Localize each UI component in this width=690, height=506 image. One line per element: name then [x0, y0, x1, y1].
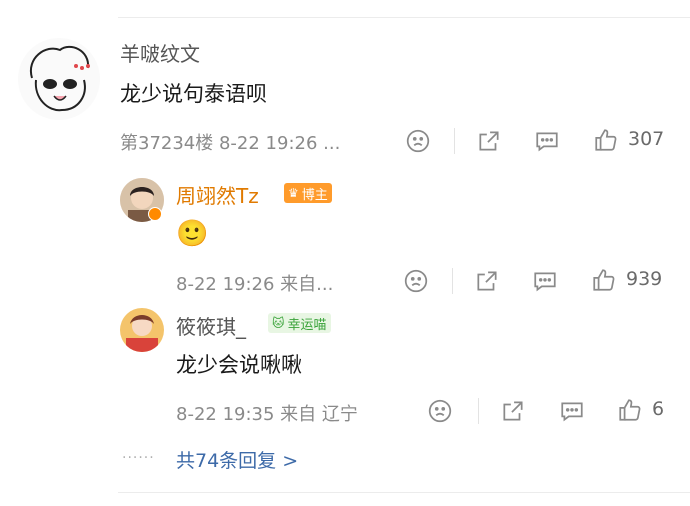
comment-icon: [534, 272, 556, 292]
like-button[interactable]: [592, 126, 620, 154]
reply-text: 🙂: [176, 219, 209, 249]
share-button[interactable]: [475, 127, 503, 155]
verified-badge-icon: [148, 207, 162, 221]
dislike-button[interactable]: [404, 127, 432, 155]
sad-face-icon: [428, 399, 452, 423]
comment-meta: 第37234楼 8-22 19:26 ...: [120, 133, 341, 154]
action-separator: [452, 268, 453, 294]
lucky-badge: 🐱 幸运喵: [268, 313, 331, 333]
comment-button[interactable]: [558, 397, 586, 425]
share-icon: [503, 401, 523, 421]
comment-icon: [561, 402, 583, 422]
like-count: 939: [626, 268, 663, 290]
host-badge: ♛ 博主: [284, 183, 332, 203]
bottom-divider: [118, 492, 690, 493]
host-badge-label: 博主: [301, 187, 328, 203]
share-icon: [477, 271, 497, 291]
crown-icon: ♛: [288, 186, 299, 200]
like-icon: [593, 269, 615, 291]
reply-username[interactable]: 筱筱琪_: [176, 311, 246, 340]
comment-icon: [536, 132, 558, 152]
reply-text: 龙少会说啾啾: [176, 353, 302, 377]
reply-meta: 8-22 19:35 来自 辽宁: [176, 404, 358, 425]
like-button[interactable]: [590, 266, 618, 294]
sad-face-icon: [406, 129, 430, 153]
dislike-button[interactable]: [426, 397, 454, 425]
share-button[interactable]: [499, 397, 527, 425]
action-separator: [478, 398, 479, 424]
share-button[interactable]: [473, 267, 501, 295]
like-icon: [595, 129, 617, 151]
cat-icon: 🐱: [272, 316, 285, 330]
lucky-badge-label: 幸运喵: [287, 317, 327, 333]
like-button[interactable]: [616, 396, 644, 424]
comment-text: 龙少说句泰语呗: [120, 82, 267, 106]
action-separator: [454, 128, 455, 154]
reply-meta: 8-22 19:26 来自...: [176, 274, 334, 295]
like-count: 6: [652, 398, 665, 420]
commenter-avatar[interactable]: [18, 38, 100, 120]
dislike-button[interactable]: [402, 267, 430, 295]
like-icon: [619, 399, 641, 421]
more-replies-dots: ······: [122, 450, 155, 466]
share-icon: [479, 131, 499, 151]
comment-button[interactable]: [533, 127, 561, 155]
commenter-username[interactable]: 羊啵纹文: [120, 38, 200, 67]
top-divider: [118, 17, 690, 18]
comment-button[interactable]: [531, 267, 559, 295]
reply-username[interactable]: 周翊然Tz: [176, 180, 259, 209]
sad-face-icon: [404, 269, 428, 293]
like-count: 307: [628, 128, 665, 150]
reply-avatar[interactable]: [120, 308, 164, 352]
more-replies-link[interactable]: 共74条回复 >: [176, 446, 298, 473]
